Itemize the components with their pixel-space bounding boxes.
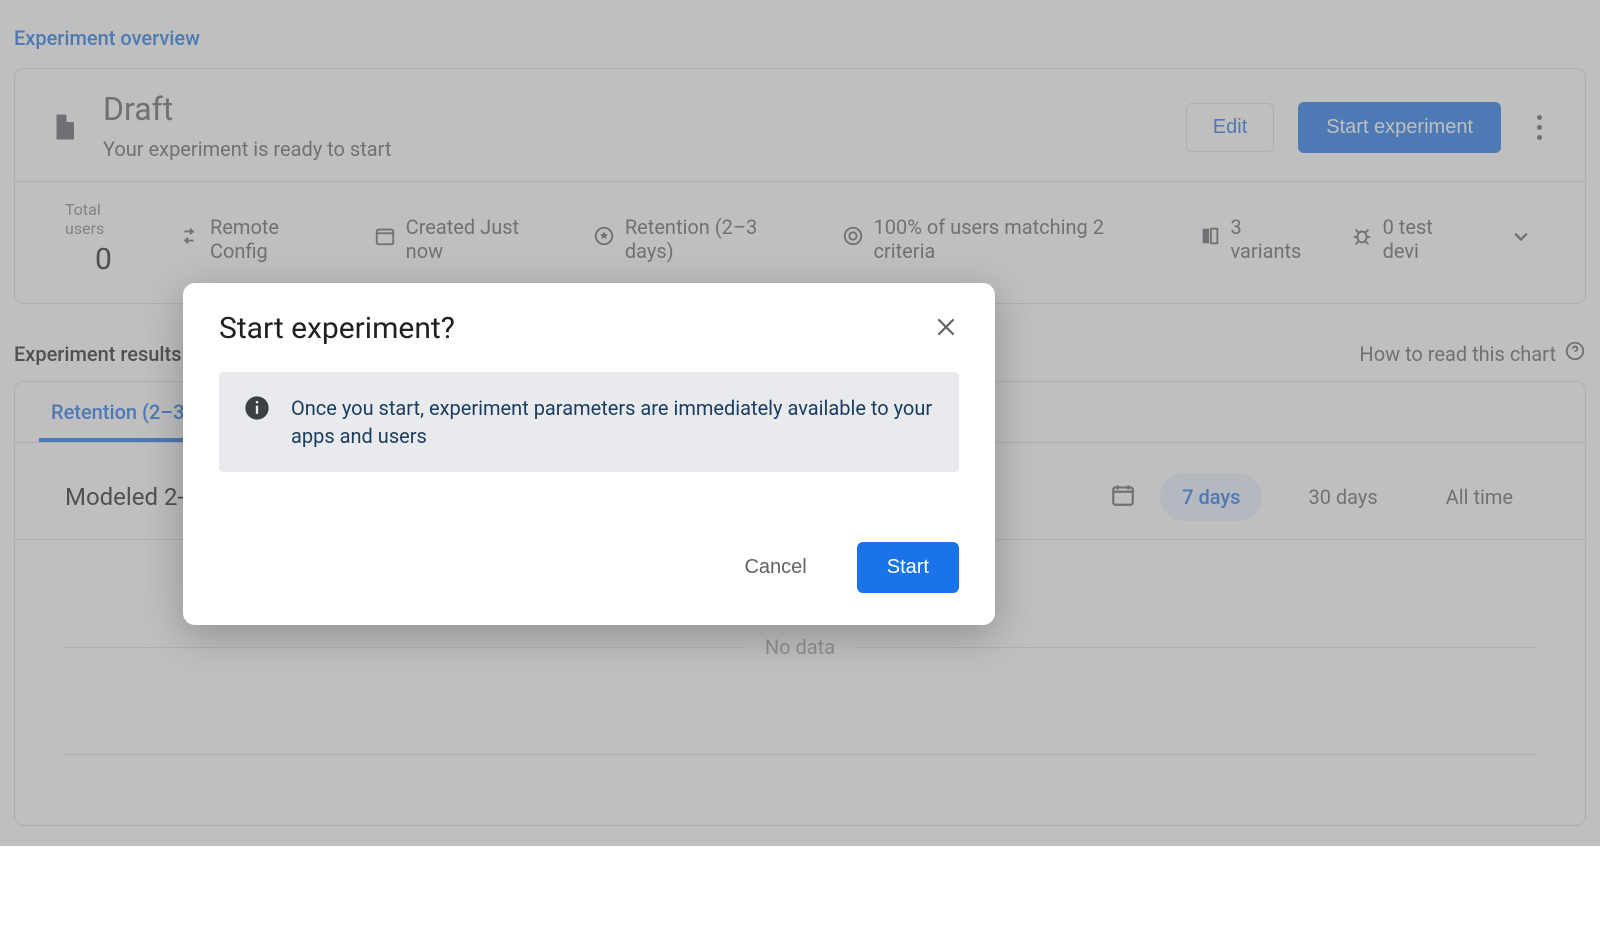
dialog-info-text: Once you start, experiment parameters ar… bbox=[291, 394, 935, 450]
dialog-title: Start experiment? bbox=[219, 311, 455, 346]
start-experiment-dialog: Start experiment? Once you start, experi… bbox=[183, 283, 995, 625]
modal-scrim[interactable]: Start experiment? Once you start, experi… bbox=[0, 0, 1600, 846]
info-icon bbox=[243, 394, 271, 429]
dialog-info-banner: Once you start, experiment parameters ar… bbox=[219, 372, 959, 472]
dialog-cancel-button[interactable]: Cancel bbox=[726, 546, 824, 589]
dialog-start-button[interactable]: Start bbox=[857, 542, 959, 593]
close-dialog-button[interactable] bbox=[933, 314, 959, 344]
